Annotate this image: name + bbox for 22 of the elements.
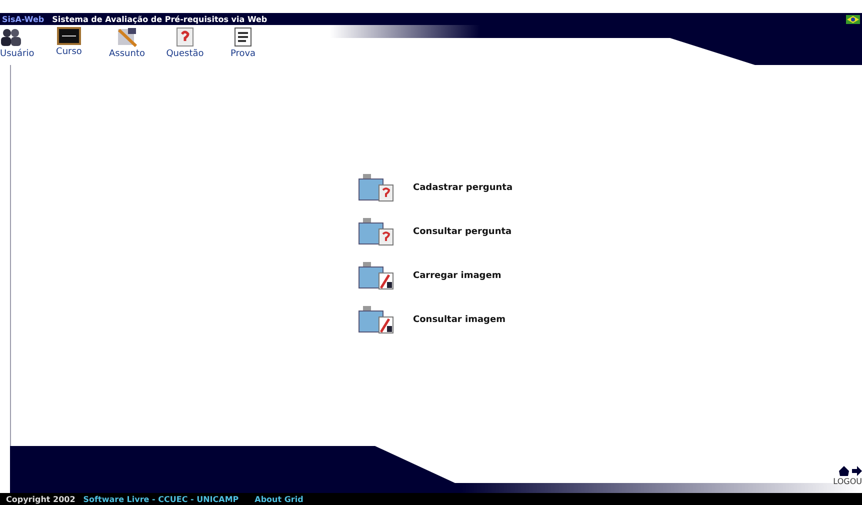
- users-icon: [0, 27, 22, 47]
- toolbar-button[interactable]: Curso: [40, 25, 98, 65]
- toolbar-button[interactable]: Usuário: [0, 25, 40, 65]
- toolbar-button[interactable]: Prova: [214, 25, 272, 65]
- blackboard-icon: [57, 27, 81, 45]
- flag-icon: [846, 14, 860, 24]
- toolbar-button[interactable]: Questão: [156, 25, 214, 65]
- app-name: SisA-Web: [2, 14, 44, 24]
- document-icon: [176, 27, 194, 47]
- document-icon: [234, 27, 252, 47]
- toolbar-button[interactable]: Assunto: [98, 25, 156, 65]
- home-arrow-icon: [838, 466, 862, 476]
- menu-link[interactable]: Consultar imagem: [357, 305, 513, 335]
- credits-text: Software Livre - CCUEC - UNICAMP: [83, 494, 239, 504]
- window-title: Sistema de Avaliação de Pré-requisitos via Web: [52, 14, 268, 24]
- about-link[interactable]: About Grid: [254, 494, 304, 504]
- tools-icon: [116, 27, 138, 47]
- copyright-text: Copyright 2002: [6, 494, 76, 504]
- menu-link[interactable]: Consultar pergunta: [357, 217, 513, 247]
- logout-link[interactable]: LOGOU: [833, 477, 862, 486]
- menu-link[interactable]: Cadastrar pergunta: [357, 173, 513, 203]
- menu-link[interactable]: Carregar imagem: [357, 261, 513, 291]
